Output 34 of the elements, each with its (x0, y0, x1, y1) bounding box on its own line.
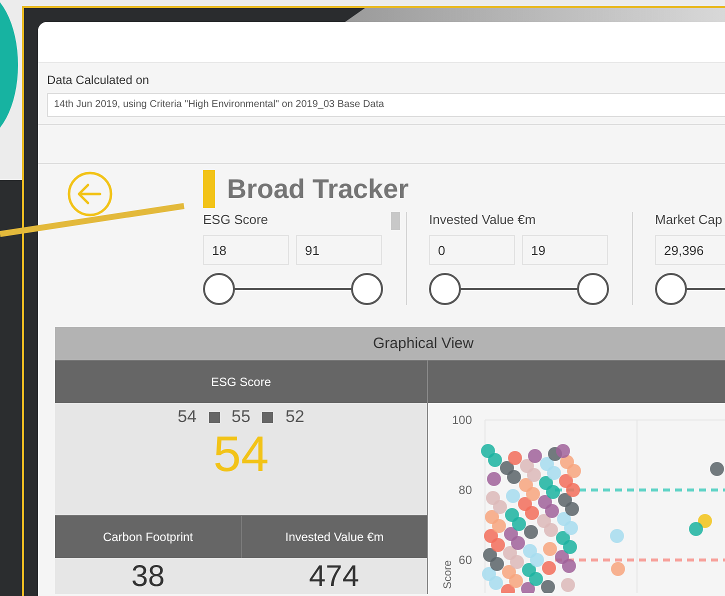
slider-thumb[interactable] (655, 273, 687, 305)
min-value-field[interactable]: 18 (203, 235, 289, 265)
score-total: 54 (213, 427, 269, 482)
input-field[interactable]: 14th Jun 2019, using Criteria "High Environmental" on 2019_03 Base Data (47, 93, 725, 117)
axis-tick-label: 60 (458, 553, 472, 567)
score-value: 52 (285, 407, 304, 427)
separator-icon (208, 412, 220, 422)
metric-value: 38 (131, 560, 165, 594)
separator-icon (262, 412, 274, 422)
axis-title: Score (442, 560, 454, 589)
filter-label: ESG Score (203, 212, 270, 227)
slider-thumb[interactable] (203, 273, 235, 305)
min-value-field[interactable]: 29,396 (655, 235, 725, 265)
title-accent-bar (203, 170, 215, 208)
min-value-field[interactable]: 0 (429, 235, 515, 265)
scroll-handle[interactable] (391, 212, 400, 230)
axis-tick-label: 100 (452, 413, 472, 427)
slider-thumb[interactable] (351, 273, 383, 305)
page-title: Broad Tracker (227, 174, 409, 204)
slider-thumb[interactable] (577, 273, 609, 305)
filter-label: Market Cap (655, 212, 724, 227)
panel-header: ESG Score (55, 360, 427, 403)
score-value: 55 (232, 407, 250, 427)
panel-header: Carbon Footprint (55, 515, 241, 558)
slider-thumb[interactable] (429, 273, 461, 305)
max-value-field[interactable]: 19 (522, 235, 608, 265)
score-value: 54 (178, 407, 197, 427)
section-title: Graphical View (373, 335, 474, 352)
filter-label: Invested Value €m (429, 212, 537, 227)
metric-value: 474 (308, 560, 360, 594)
field-label: Data Calculated on (47, 73, 150, 87)
axis-tick-label: 80 (458, 483, 472, 497)
max-value-field[interactable]: 91 (296, 235, 382, 265)
panel-header: Invested Value €m (241, 515, 427, 558)
